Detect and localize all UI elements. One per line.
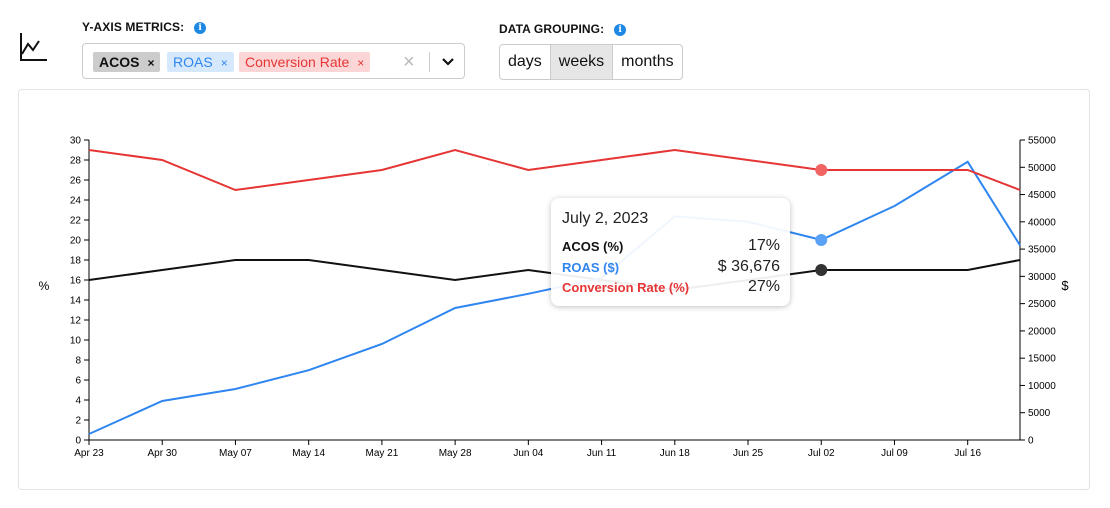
x-tick-label: May 28 — [439, 448, 472, 459]
y-right-tick-label: 30000 — [1028, 272, 1056, 283]
y-left-tick-label: 14 — [70, 296, 82, 307]
x-tick-label: Apr 30 — [147, 448, 177, 459]
y-right-tick-label: 0 — [1028, 436, 1034, 447]
x-tick-label: Jul 02 — [808, 448, 835, 459]
y-left-tick-label: 2 — [75, 416, 81, 427]
x-tick-label: May 14 — [292, 448, 325, 459]
y-left-tick-label: 22 — [70, 216, 82, 227]
tooltip-date: July 2, 2023 — [562, 210, 649, 227]
x-tick-label: Jun 04 — [513, 448, 543, 459]
y-left-tick-label: 28 — [70, 156, 82, 167]
tooltip-row-roas: ROAS ($) $ 36,676 — [562, 258, 780, 275]
y-left-tick-label: 8 — [75, 356, 81, 367]
hover-marker-roas — [815, 233, 828, 246]
tooltip-row-acos: ACOS (%) 17% — [562, 237, 780, 254]
y-left-tick-label: 0 — [75, 436, 81, 447]
y-left-tick-label: 6 — [75, 376, 81, 387]
series-line-conversion — [88, 148, 1021, 192]
hover-marker-acos — [815, 264, 828, 276]
y-right-tick-label: 5000 — [1028, 408, 1051, 419]
y-left-tick-label: 30 — [70, 136, 82, 147]
y-left-tick-label: 4 — [75, 396, 81, 407]
y-right-tick-label: 55000 — [1028, 136, 1056, 147]
x-tick-label: Jul 16 — [954, 448, 981, 459]
y-left-tick-label: 20 — [70, 236, 82, 247]
y-right-tick-label: 20000 — [1028, 326, 1056, 337]
y-right-tick-label: 35000 — [1028, 245, 1056, 256]
y-left-tick-label: 16 — [70, 276, 82, 287]
y-right-tick-label: 45000 — [1028, 190, 1056, 201]
x-tick-label: Apr 23 — [74, 448, 104, 459]
y-right-tick-label: 10000 — [1028, 381, 1056, 392]
x-tick-label: Jun 18 — [660, 448, 690, 459]
y-left-tick-label: 18 — [70, 256, 82, 267]
x-tick-label: May 07 — [219, 448, 252, 459]
y-left-tick-label: 10 — [70, 336, 82, 347]
hover-marker-conversion — [815, 164, 828, 176]
tooltip: July 2, 2023 ACOS (%) 17% ROAS ($) $ 36,67… — [551, 198, 790, 306]
x-tick-label: Jun 25 — [733, 448, 763, 459]
x-tick-label: Jul 09 — [881, 448, 908, 459]
y-right-tick-label: 15000 — [1028, 354, 1056, 365]
y-right-tick-label: 25000 — [1028, 299, 1056, 310]
y-left-tick-label: 24 — [70, 196, 82, 207]
y-right-tick-label: 40000 — [1028, 217, 1056, 228]
x-tick-label: May 21 — [366, 448, 399, 459]
y-left-axis-label: % — [39, 279, 50, 293]
y-right-tick-label: 50000 — [1028, 163, 1056, 174]
x-tick-label: Jun 11 — [587, 448, 617, 459]
y-left-tick-label: 26 — [70, 176, 82, 187]
y-right-axis-label: $ — [1061, 278, 1069, 293]
y-left-tick-label: 12 — [70, 316, 82, 327]
tooltip-row-conversion: Conversion Rate (%) 27% — [562, 278, 780, 295]
